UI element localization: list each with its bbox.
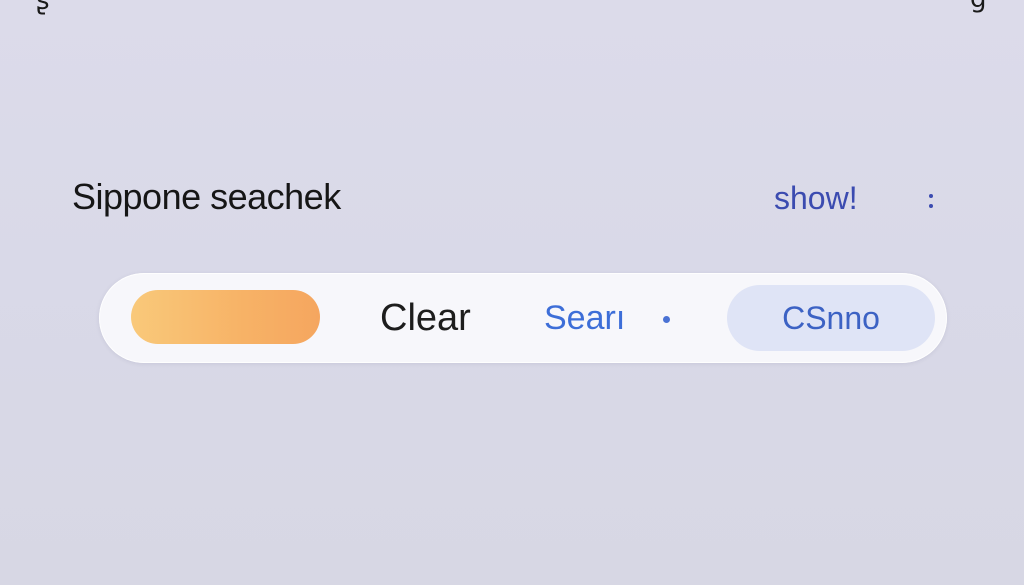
search-button[interactable]: Searı xyxy=(544,299,625,338)
more-dot-top xyxy=(929,194,933,198)
show-link[interactable]: show! xyxy=(774,180,858,217)
more-vertical-icon[interactable] xyxy=(926,190,936,214)
gradient-pill[interactable] xyxy=(131,290,320,344)
status-dot-icon xyxy=(663,316,670,323)
search-bar: Clear Searı CSnno xyxy=(99,273,947,363)
more-dot-bottom xyxy=(929,204,933,208)
page-title: Sippone seachek xyxy=(72,176,341,217)
clear-button[interactable]: Clear xyxy=(380,297,471,340)
csnno-button[interactable]: CSnno xyxy=(727,285,935,351)
top-right-glyph: g xyxy=(970,0,987,14)
top-left-glyph: ʂ xyxy=(36,0,50,16)
